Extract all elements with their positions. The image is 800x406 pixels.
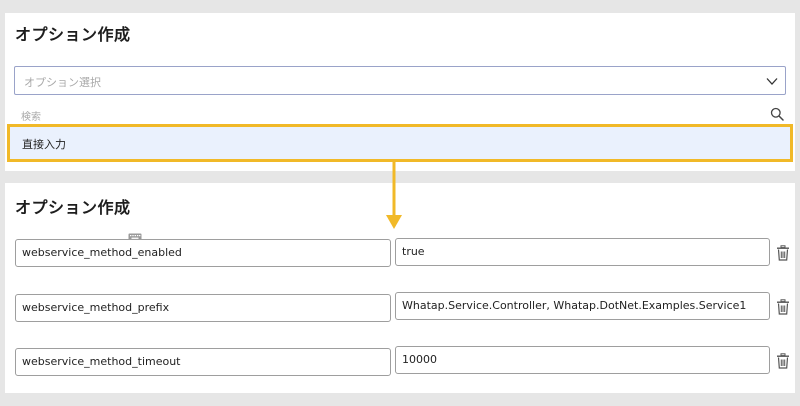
option-value-input[interactable]: 10000 (395, 346, 770, 374)
option-key-input[interactable]: webservice_method_enabled (15, 239, 391, 267)
chevron-down-icon[interactable] (765, 74, 779, 88)
option-direct-input-label: 直接入力 (22, 138, 66, 151)
option-select-dropdown[interactable]: オプション選択 (14, 66, 786, 95)
option-select-placeholder: オプション選択 (24, 76, 101, 89)
trash-icon[interactable] (776, 353, 790, 369)
search-placeholder: 検索 (21, 112, 41, 123)
option-value-input[interactable]: true (395, 238, 770, 266)
option-direct-input[interactable]: 直接入力 (7, 124, 793, 162)
trash-icon[interactable] (776, 245, 790, 261)
search-icon (770, 107, 784, 121)
trash-icon[interactable] (776, 299, 790, 315)
arrow-down-icon (386, 161, 402, 229)
panel-title: オプション作成 (15, 25, 131, 44)
option-value-input[interactable]: Whatap.Service.Controller, Whatap.DotNet… (395, 292, 770, 320)
panel-title: オプション作成 (15, 198, 131, 217)
option-key-input[interactable]: webservice_method_timeout (15, 348, 391, 376)
option-key-input[interactable]: webservice_method_prefix (15, 294, 391, 322)
option-search-input[interactable]: 検索 (14, 102, 786, 126)
